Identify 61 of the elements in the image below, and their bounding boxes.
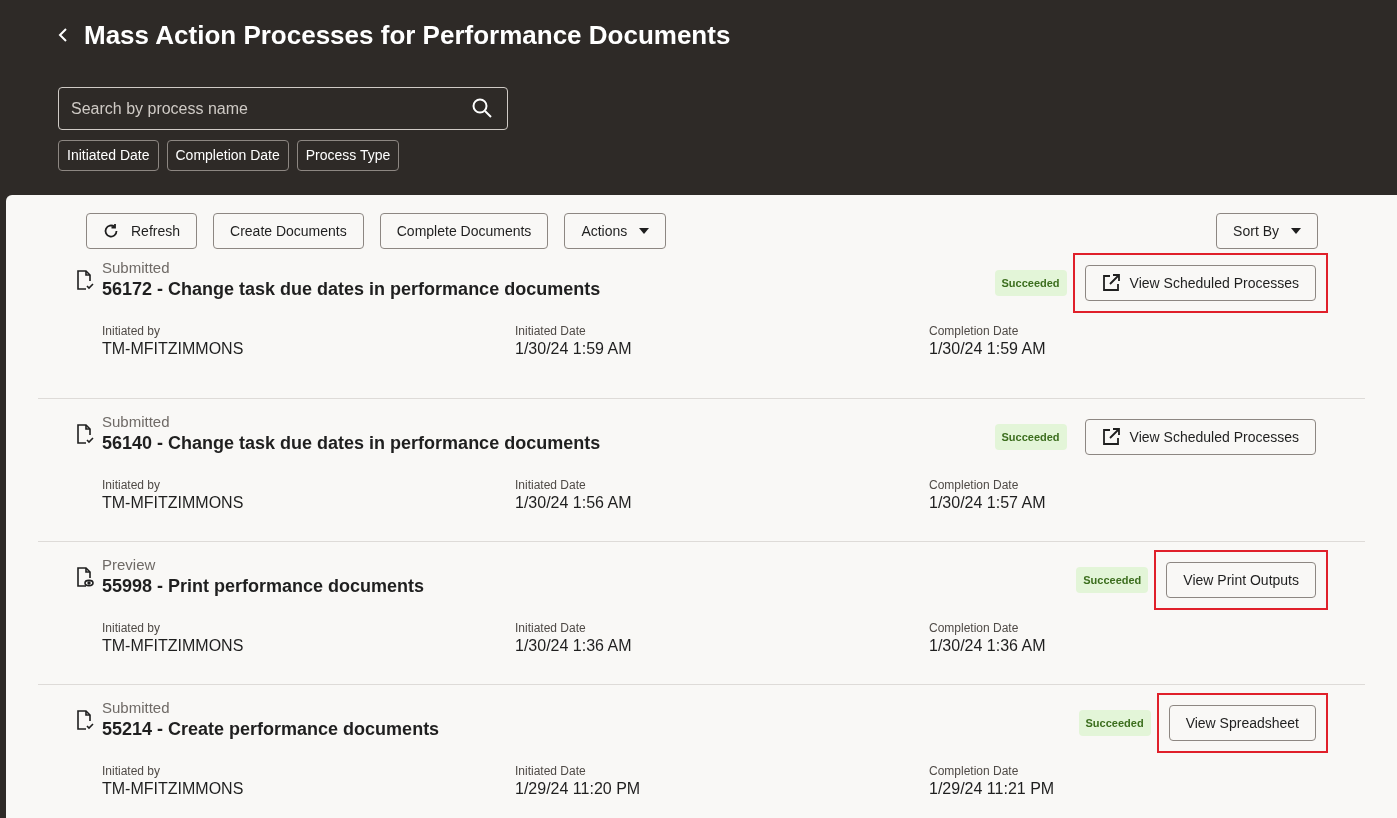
field-value: TM-MFITZIMMONS [102, 636, 245, 656]
page-title: Mass Action Processes for Performance Documents [84, 18, 731, 52]
external-link-icon [1101, 274, 1120, 292]
field-label: Initiated by [102, 620, 162, 636]
caret-icon [639, 228, 650, 234]
document-eye-icon [76, 566, 94, 588]
sort-by-button[interactable]: Sort By [1216, 213, 1318, 249]
field-label: Initiated by [102, 477, 162, 493]
toolbar-button[interactable]: Create Documents [213, 213, 364, 249]
process-mode: Preview [102, 556, 157, 574]
field-value: 1/30/24 1:59 AM [929, 339, 1047, 359]
process-title[interactable]: 56172 - Change task due dates in performance documents [102, 277, 995, 301]
field-label: Completion Date [929, 323, 1020, 339]
document-check-icon [76, 423, 94, 445]
document-check-icon [76, 269, 94, 291]
view-button[interactable]: View Print Outputs [1166, 562, 1316, 598]
back-icon[interactable] [58, 27, 68, 43]
view-button[interactable]: View Scheduled Processes [1084, 265, 1316, 301]
refresh-icon [103, 223, 119, 239]
search-icon[interactable] [472, 98, 492, 118]
filter-chip[interactable]: Process Type [296, 140, 400, 171]
field-value: 1/30/24 1:36 AM [929, 636, 1047, 656]
field-label: Completion Date [929, 763, 1020, 779]
status-badge: Succeeded [1076, 566, 1149, 594]
search-field[interactable]: Search by process name [58, 87, 508, 130]
status-badge: Succeeded [994, 423, 1067, 451]
field-value: 1/29/24 11:21 PM [929, 779, 1056, 799]
field-label: Completion Date [929, 477, 1020, 493]
field-value: 1/30/24 1:56 AM [515, 493, 633, 513]
field-value: 1/29/24 11:20 PM [515, 779, 642, 799]
field-label: Initiated Date [515, 477, 587, 493]
field-value: 1/30/24 1:59 AM [515, 339, 633, 359]
status-badge: Succeeded [1078, 709, 1151, 737]
field-value: TM-MFITZIMMONS [102, 493, 245, 513]
filter-chip[interactable]: Completion Date [166, 140, 289, 171]
field-value: 1/30/24 1:57 AM [929, 493, 1047, 513]
field-label: Initiated by [102, 323, 162, 339]
external-link-icon [1101, 428, 1120, 446]
field-label: Initiated Date [515, 620, 587, 636]
field-value: TM-MFITZIMMONS [102, 339, 245, 359]
field-label: Initiated Date [515, 763, 587, 779]
view-button[interactable]: View Spreadsheet [1168, 705, 1316, 741]
process-title[interactable]: 56140 - Change task due dates in performance documents [102, 431, 995, 455]
field-label: Completion Date [929, 620, 1020, 636]
document-check-icon [76, 709, 94, 731]
caret-icon [1291, 228, 1301, 234]
actions-menu-button[interactable]: Actions [564, 213, 667, 249]
process-mode: Submitted [102, 413, 171, 431]
process-mode: Submitted [102, 259, 171, 277]
filter-chip[interactable]: Initiated Date [58, 140, 159, 171]
process-title[interactable]: 55214 - Create performance documents [102, 717, 1079, 741]
status-badge: Succeeded [994, 269, 1067, 297]
refresh-button[interactable]: Refresh [86, 213, 198, 249]
view-button[interactable]: View Scheduled Processes [1084, 419, 1316, 455]
process-mode: Submitted [102, 699, 171, 717]
field-label: Initiated Date [515, 323, 587, 339]
toolbar-button[interactable]: Complete Documents [379, 213, 549, 249]
field-label: Initiated by [102, 763, 162, 779]
field-value: 1/30/24 1:36 AM [515, 636, 633, 656]
process-title[interactable]: 55998 - Print performance documents [102, 574, 1077, 598]
field-value: TM-MFITZIMMONS [102, 779, 245, 799]
